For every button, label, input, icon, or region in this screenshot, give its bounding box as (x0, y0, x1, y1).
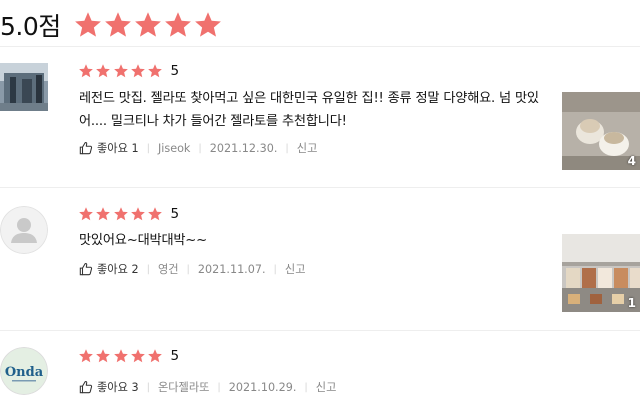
svg-text:Onda: Onda (5, 365, 44, 380)
star-icon (113, 348, 129, 364)
star-icon (103, 10, 133, 40)
rating-value: 5 (170, 63, 180, 79)
review-meta: 좋아요 2 | 영건 | 2021.11.07. | 신고 (79, 261, 306, 277)
star-icon (95, 63, 111, 79)
like-label: 좋아요 (97, 381, 128, 394)
separator: | (217, 381, 221, 393)
like-count: 2 (131, 262, 139, 276)
separator: | (304, 381, 308, 393)
star-icon (78, 63, 94, 79)
like-label: 좋아요 (97, 263, 128, 276)
star-icon (163, 10, 193, 40)
review-rating: 5 (78, 63, 179, 79)
separator: | (146, 381, 150, 393)
review-rating: 5 (78, 206, 179, 222)
like-button[interactable]: 좋아요 2 (79, 261, 139, 277)
star-icon (193, 10, 223, 40)
review-author[interactable]: 영건 (158, 261, 179, 277)
rating-value: 5 (170, 206, 180, 222)
star-icon (130, 63, 146, 79)
report-link[interactable]: 신고 (316, 379, 337, 395)
review-text: 레전드 맛집. 젤라또 찾아먹고 싶은 대한민국 유일한 집!! 종류 정말 다… (79, 91, 539, 129)
review-text: 맛있어요~대박대박~~ (79, 233, 208, 248)
star-icon (113, 63, 129, 79)
star-icon (147, 63, 163, 79)
star-icon (147, 348, 163, 364)
review-author[interactable]: Jiseok (158, 142, 190, 155)
onda-logo-icon: Onda (0, 347, 48, 395)
separator: | (186, 263, 190, 275)
review-meta: 좋아요 1 | Jiseok | 2021.12.30. | 신고 (79, 140, 317, 156)
default-user-icon (0, 206, 48, 254)
review-item: 5 맛있어요~대박대박~~ 좋아요 2 | 영건 | 2021.11.07. |… (0, 188, 640, 330)
rating-value: 5 (170, 348, 180, 364)
avatar[interactable]: Onda (0, 347, 48, 395)
review-photo[interactable]: 1 (562, 234, 640, 312)
like-button[interactable]: 좋아요 3 (79, 379, 139, 395)
review-item: Onda 5 좋아요 3 | 온다젤라또 | 2021.10.29. | 신고 (0, 331, 640, 417)
report-link[interactable]: 신고 (297, 140, 318, 156)
star-icon (113, 206, 129, 222)
star-icon (133, 10, 163, 40)
review-item: 5 레전드 맛집. 젤라또 찾아먹고 싶은 대한민국 유일한 집!! 종류 정말… (0, 47, 640, 187)
star-icon (78, 348, 94, 364)
star-icon (78, 206, 94, 222)
like-button[interactable]: 좋아요 1 (79, 140, 139, 156)
rating-summary: 5.0점 (0, 8, 223, 42)
avatar[interactable] (0, 206, 48, 254)
separator: | (146, 263, 150, 275)
report-link[interactable]: 신고 (285, 261, 306, 277)
star-icon (130, 206, 146, 222)
review-date: 2021.12.30. (209, 141, 278, 155)
thumbs-up-icon (79, 141, 93, 155)
separator: | (273, 263, 277, 275)
star-icon (130, 348, 146, 364)
separator: | (198, 142, 202, 154)
review-meta: 좋아요 3 | 온다젤라또 | 2021.10.29. | 신고 (79, 379, 336, 395)
like-label: 좋아요 (97, 142, 128, 155)
photo-count: 4 (627, 154, 636, 168)
star-icon (147, 206, 163, 222)
separator: | (285, 142, 289, 154)
average-score: 5.0점 (0, 12, 61, 41)
review-date: 2021.10.29. (228, 380, 297, 394)
photo-count: 1 (627, 296, 636, 310)
review-photo[interactable]: 4 (562, 92, 640, 170)
star-icon (95, 348, 111, 364)
review-date: 2021.11.07. (197, 262, 266, 276)
user-photo-icon (0, 63, 48, 111)
thumbs-up-icon (79, 380, 93, 394)
like-count: 3 (131, 380, 139, 394)
thumbs-up-icon (79, 262, 93, 276)
star-icon (95, 206, 111, 222)
summary-stars (73, 10, 223, 40)
like-count: 1 (131, 141, 139, 155)
review-author[interactable]: 온다젤라또 (158, 379, 209, 395)
avatar[interactable] (0, 63, 48, 111)
star-icon (73, 10, 103, 40)
review-rating: 5 (78, 348, 179, 364)
separator: | (146, 142, 150, 154)
